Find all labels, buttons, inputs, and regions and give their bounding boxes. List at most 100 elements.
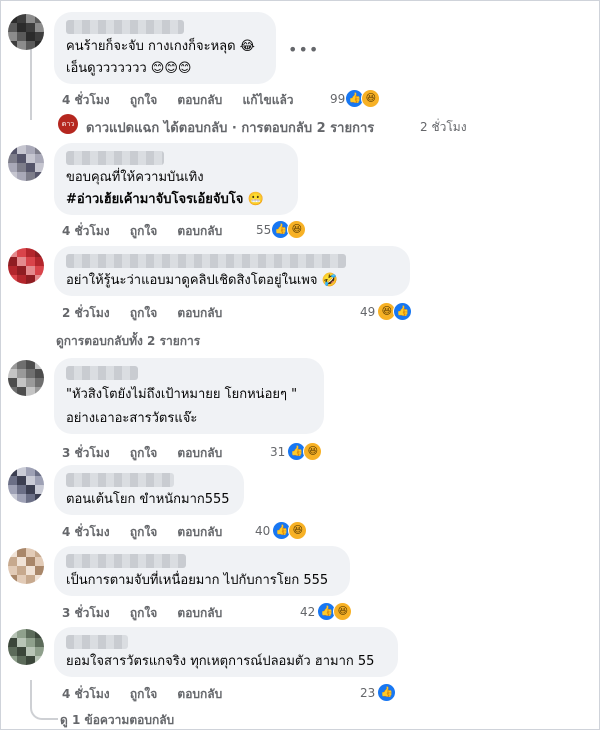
avatar-pixel — [26, 369, 35, 378]
comment-bubble: ยอมใจสารวัตรแกจริง ทุกเหตุการณ์ปลอมตัว ฮ… — [54, 627, 398, 677]
haha-reaction-icon: 😆 — [361, 89, 381, 108]
avatar-pixel — [26, 23, 35, 32]
page-avatar[interactable]: ดาว — [58, 114, 78, 134]
haha-reaction-icon: 😆 — [287, 220, 307, 239]
timestamp[interactable]: 3 ชั่วโมง — [62, 446, 110, 460]
like-link[interactable]: ถูกใจ — [130, 687, 157, 701]
reply-link[interactable]: ตอบกลับ — [177, 446, 222, 460]
avatar-pixel — [8, 266, 17, 275]
timestamp[interactable]: 3 ชั่วโมง — [62, 606, 110, 620]
author-name-blurred[interactable] — [66, 366, 138, 380]
reply-link[interactable]: ตอบกลับ — [177, 525, 222, 539]
avatar-pixel — [26, 557, 35, 566]
timestamp[interactable]: 2 ชั่วโมง — [62, 306, 110, 320]
author-name-blurred[interactable] — [66, 635, 128, 649]
reply-link[interactable]: ตอบกลับ — [177, 93, 222, 107]
avatar[interactable] — [8, 145, 44, 181]
avatar-pixel — [17, 248, 26, 257]
avatar-pixel — [26, 14, 35, 23]
avatar-pixel — [35, 476, 44, 485]
comment-text-line: #อ่าวเฮ้ยเค้ามาจับโจรเอ้ยจับโจ 😬 — [66, 192, 265, 207]
reaction-summary[interactable]: 23 👍 — [360, 683, 397, 702]
avatar-pixel — [8, 647, 17, 656]
avatar-pixel — [35, 557, 44, 566]
comment-actions: 2 ชั่วโมง ถูกใจ ตอบกลับ — [62, 304, 238, 323]
view-replies-link[interactable]: ดูการตอบกลับทั้ง 2 รายการ — [56, 332, 200, 351]
avatar-pixel — [17, 275, 26, 284]
avatar-pixel — [17, 387, 26, 396]
comment-actions: 4 ชั่วโมง ถูกใจ ตอบกลับ — [62, 685, 238, 704]
avatar[interactable] — [8, 467, 44, 503]
like-link[interactable]: ถูกใจ — [130, 93, 157, 107]
avatar[interactable] — [8, 14, 44, 50]
author-name-blurred[interactable] — [66, 473, 174, 487]
avatar[interactable] — [8, 248, 44, 284]
avatar-pixel — [17, 476, 26, 485]
timestamp[interactable]: 4 ชั่วโมง — [62, 224, 110, 238]
timestamp[interactable]: 4 ชั่วโมง — [62, 687, 110, 701]
comment-text-line: คนร้ายก็จะจับ กางเกงก็จะหลุด 😂 — [66, 39, 255, 54]
reaction-count: 31 — [270, 444, 286, 459]
reply-link[interactable]: ตอบกลับ — [177, 306, 222, 320]
reaction-count: 55 — [256, 222, 272, 237]
author-name-blurred[interactable] — [66, 151, 164, 165]
author-name-blurred[interactable] — [66, 254, 346, 268]
avatar-pixel — [26, 163, 35, 172]
avatar-pixel — [8, 378, 17, 387]
avatar-pixel — [26, 266, 35, 275]
reply-link[interactable]: ตอบกลับ — [177, 224, 222, 238]
reaction-count: 49 — [360, 304, 376, 319]
reaction-summary[interactable]: 42 👍 😆 — [300, 602, 353, 621]
reaction-summary[interactable]: 99 👍 😆 — [330, 89, 381, 108]
avatar-pixel — [26, 257, 35, 266]
avatar-pixel — [26, 154, 35, 163]
comment-bubble: อย่าให้รู้นะว่าแอบมาดูคลิปเชิดสิงโตอยู่ใ… — [54, 246, 410, 296]
avatar-pixel — [8, 369, 17, 378]
reply-link[interactable]: ตอบกลับ — [177, 606, 222, 620]
comment-bubble: คนร้ายก็จะจับ กางเกงก็จะหลุด 😂 เอ็นดูววว… — [54, 12, 276, 84]
avatar-pixel — [17, 145, 26, 154]
author-name-blurred[interactable] — [66, 20, 184, 34]
haha-reaction-icon: 😆 — [303, 442, 323, 461]
avatar-pixel — [17, 629, 26, 638]
avatar[interactable] — [8, 548, 44, 584]
avatar-pixel — [17, 360, 26, 369]
comment-bubble: ตอนเต้นโยก ขำหนักมาก555 — [54, 465, 244, 515]
avatar-pixel — [35, 638, 44, 647]
avatar-pixel — [26, 638, 35, 647]
avatar-pixel — [17, 369, 26, 378]
like-link[interactable]: ถูกใจ — [130, 446, 157, 460]
avatar[interactable] — [8, 629, 44, 665]
avatar-pixel — [26, 145, 35, 154]
timestamp[interactable]: 4 ชั่วโมง — [62, 525, 110, 539]
reaction-summary[interactable]: 40 👍 😆 — [255, 521, 308, 540]
page-reply-summary[interactable]: ดาวแปดแฉก ได้ตอบกลับ · การตอบกลับ 2 รายก… — [86, 117, 374, 138]
more-options-icon[interactable]: ••• — [288, 40, 319, 59]
avatar[interactable] — [8, 360, 44, 396]
reaction-summary[interactable]: 49 😆 👍 — [360, 302, 413, 321]
avatar-pixel — [17, 647, 26, 656]
author-name-blurred[interactable] — [66, 554, 186, 568]
page-name: ดาวแปดแฉก — [86, 121, 160, 136]
page-reply-text: ได้ตอบกลับ · การตอบกลับ 2 รายการ — [163, 121, 375, 136]
avatar-pixel — [17, 378, 26, 387]
page-reply-time: 2 ชั่วโมง — [420, 120, 467, 134]
reaction-summary[interactable]: 55 👍 😆 — [256, 220, 307, 239]
avatar-pixel — [17, 467, 26, 476]
comment-actions: 4 ชั่วโมง ถูกใจ ตอบกลับ แก้ไขแล้ว — [62, 91, 310, 110]
like-link[interactable]: ถูกใจ — [130, 306, 157, 320]
avatar-pixel — [26, 378, 35, 387]
avatar-pixel — [8, 257, 17, 266]
reaction-count: 42 — [300, 604, 316, 619]
view-one-reply-link[interactable]: ดู 1 ข้อความตอบกลับ — [60, 711, 174, 730]
comment-bubble: เป็นการตามจับที่เหนื่อยมาก ไปกับการโยก 5… — [54, 546, 350, 596]
like-link[interactable]: ถูกใจ — [130, 525, 157, 539]
like-link[interactable]: ถูกใจ — [130, 606, 157, 620]
like-link[interactable]: ถูกใจ — [130, 224, 157, 238]
reaction-summary[interactable]: 31 👍 😆 — [270, 442, 323, 461]
avatar-pixel — [26, 566, 35, 575]
avatar-pixel — [17, 656, 26, 665]
timestamp[interactable]: 4 ชั่วโมง — [62, 93, 110, 107]
thread-line — [30, 40, 32, 120]
reply-link[interactable]: ตอบกลับ — [177, 687, 222, 701]
